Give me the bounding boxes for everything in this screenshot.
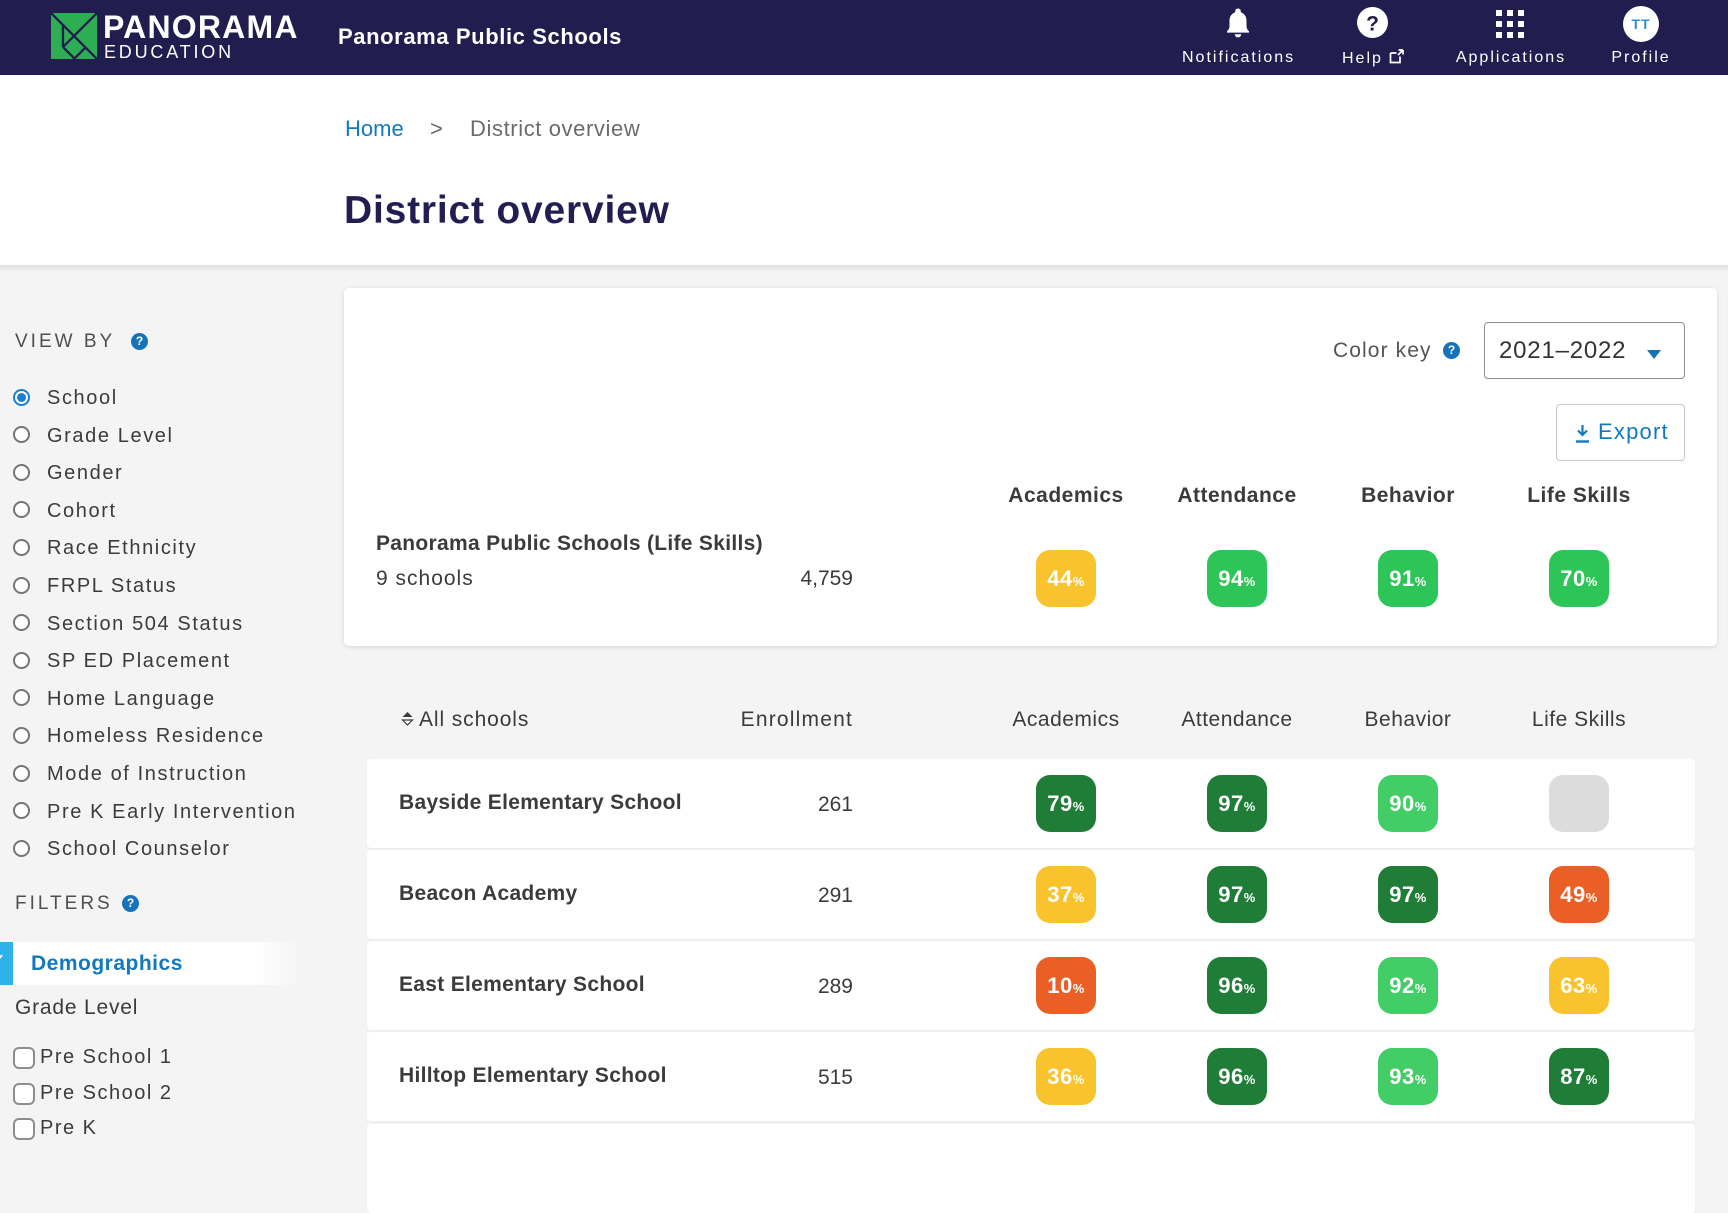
svg-text:?: ? bbox=[1366, 13, 1379, 36]
